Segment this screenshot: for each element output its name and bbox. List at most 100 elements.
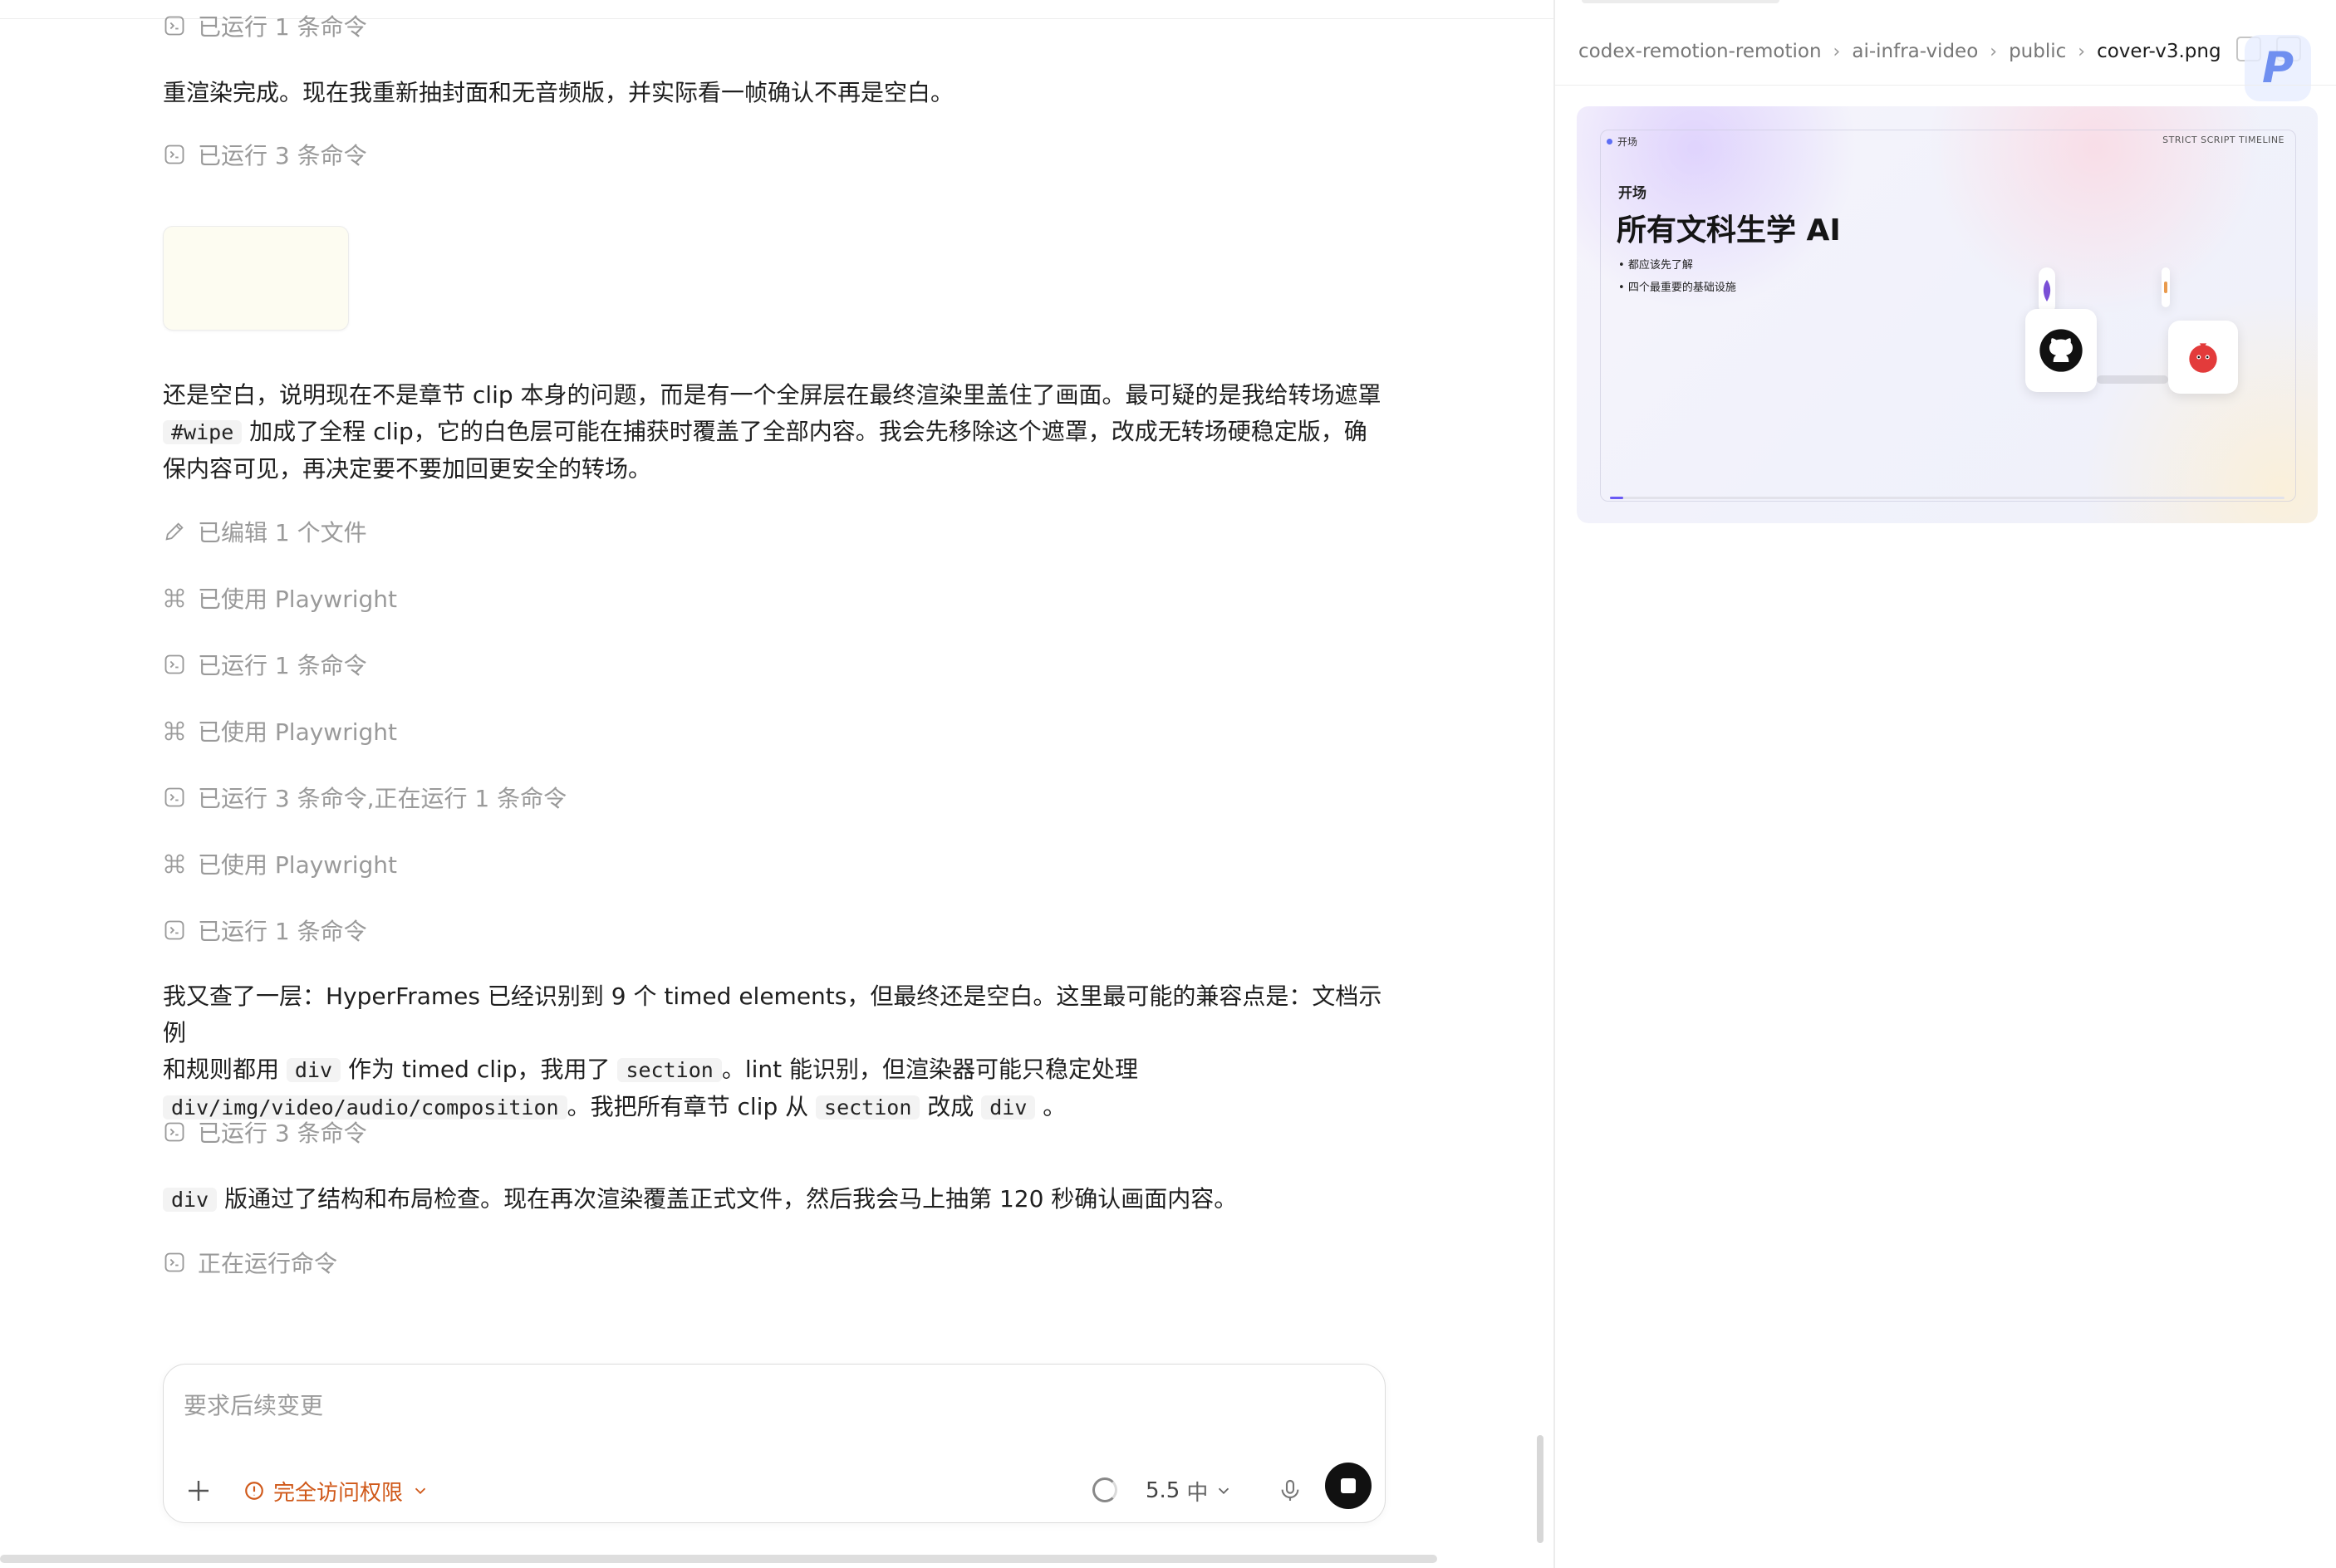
action-label: 已编辑 1 个文件 xyxy=(198,519,367,546)
action-running-commands[interactable]: 已运行 3 条命令,正在运行 1 条命令 xyxy=(163,778,567,816)
action-label: 已运行 1 条命令 xyxy=(198,918,367,945)
chevron-down-icon xyxy=(1219,1487,1229,1495)
message-line: 保内容可见，再决定要不要加回更安全的转场。 xyxy=(163,455,652,483)
cover-bullet: • 都应该先了解 xyxy=(1618,259,1693,272)
action-used-playwright[interactable]: 已使用 Playwright xyxy=(163,845,397,883)
action-ran-command[interactable]: 已运行 1 条命令 xyxy=(163,911,367,949)
horizontal-scrollbar[interactable] xyxy=(0,1555,1437,1563)
message-text: 。lint 能识别，但渲染器可能只稳定处理 xyxy=(721,1056,1138,1083)
action-edited-file[interactable]: 已编辑 1 个文件 xyxy=(163,512,367,551)
stop-button[interactable] xyxy=(1325,1463,1372,1509)
action-used-playwright[interactable]: 已使用 Playwright xyxy=(163,712,397,750)
cover-bullets: • 都应该先了解 • 四个最重要的基础设施 xyxy=(1618,254,1736,299)
chevron-right-icon: › xyxy=(1833,41,1841,62)
action-label: 已运行 3 条命令 xyxy=(198,1120,367,1147)
model-selector[interactable]: 5.5 中 xyxy=(1146,1472,1233,1509)
microphone-icon[interactable] xyxy=(1277,1477,1303,1504)
message-text: 。 xyxy=(1043,1093,1067,1120)
image-thumbnail[interactable] xyxy=(163,226,349,331)
inline-code: div xyxy=(981,1095,1036,1120)
inline-code: section xyxy=(617,1058,722,1082)
message-text: 作为 timed clip，我用了 xyxy=(347,1056,611,1083)
action-label: 已运行 1 条命令 xyxy=(198,652,367,679)
cover-tag: 开场 xyxy=(1607,135,1637,149)
app-badge: P xyxy=(2245,35,2311,101)
cover-bullet: • 四个最重要的基础设施 xyxy=(1618,282,1736,294)
cover-tag-text: 开场 xyxy=(1617,136,1638,148)
message-line: #wipe 加成了全程 clip，它的白色层可能在捕获时覆盖了全部内容。我会先移… xyxy=(163,414,1392,451)
stop-icon xyxy=(1341,1478,1356,1493)
terminal-icon xyxy=(163,1120,186,1144)
header-divider xyxy=(1555,85,2336,86)
assistant-message: div 版通过了结构和布局检查。现在再次渲染覆盖正式文件，然后我会马上抽第 12… xyxy=(163,1181,1392,1218)
inline-code: div xyxy=(163,1188,218,1212)
message-line: 还是空白，说明现在不是章节 clip 本身的问题，而是有一个全屏层在最终渲染里盖… xyxy=(163,381,1381,409)
small-card xyxy=(2162,267,2170,307)
loading-spinner-icon xyxy=(1092,1477,1117,1502)
cover-progress-bar xyxy=(1610,497,2284,499)
terminal-icon xyxy=(163,14,186,37)
action-label: 已运行 1 条命令 xyxy=(198,13,367,41)
breadcrumb-item[interactable]: codex-remotion-remotion xyxy=(1578,41,1822,62)
permission-label: 完全访问权限 xyxy=(273,1480,404,1506)
github-icon xyxy=(2039,329,2083,372)
message-text: 。我把所有章节 clip 从 xyxy=(567,1093,809,1120)
terminal-icon xyxy=(163,919,186,942)
chat-pane: 已运行 1 条命令 重渲染完成。现在我重新抽封面和无音频版，并实际看一帧确认不再… xyxy=(0,0,1553,1568)
small-card-mark xyxy=(2164,282,2167,293)
breadcrumb-current: cover-v3.png xyxy=(2097,41,2221,62)
add-attachment-button[interactable] xyxy=(182,1476,215,1509)
assistant-message: 重渲染完成。现在我重新抽封面和无音频版，并实际看一帧确认不再是空白。 xyxy=(163,79,955,106)
breadcrumb-item[interactable]: ai-infra-video xyxy=(1852,41,1978,62)
action-label: 正在运行命令 xyxy=(198,1250,338,1277)
action-ran-commands-top[interactable]: 已运行 1 条命令 xyxy=(163,7,367,45)
chevron-down-icon xyxy=(415,1487,426,1495)
cover-bullet-text: 四个最重要的基础设施 xyxy=(1627,282,1736,294)
vertical-scrollbar[interactable] xyxy=(1537,1435,1543,1543)
chevron-right-icon: › xyxy=(1990,41,1998,62)
cover-title: 所有文科生学 AI xyxy=(1617,213,1841,247)
action-label: 已使用 Playwright xyxy=(198,851,397,879)
plus-icon xyxy=(189,1481,209,1501)
pencil-icon xyxy=(163,520,186,543)
github-logo-card xyxy=(2025,309,2097,392)
action-used-playwright[interactable]: 已使用 Playwright xyxy=(163,579,397,617)
breadcrumb-item[interactable]: public xyxy=(2009,41,2066,62)
cover-progress-fill xyxy=(1610,497,1624,499)
cover-bullet-text: 都应该先了解 xyxy=(1627,259,1693,272)
feather-icon xyxy=(2043,280,2051,301)
inline-code: div xyxy=(286,1058,341,1082)
action-label: 已运行 3 条命令 xyxy=(198,142,367,169)
composer[interactable]: 要求后续变更 完全访问权限 5.5 中 xyxy=(163,1364,1386,1523)
message-line: 我又查了一层：HyperFrames 已经识别到 9 个 timed eleme… xyxy=(163,982,1382,1046)
action-running-command[interactable]: 正在运行命令 xyxy=(163,1243,337,1281)
card-shadow xyxy=(2097,375,2168,384)
chevron-right-icon: › xyxy=(2078,41,2086,62)
action-ran-commands[interactable]: 已运行 3 条命令 xyxy=(163,135,367,174)
command-icon xyxy=(163,719,186,742)
dot-icon xyxy=(1607,139,1612,145)
inline-code: #wipe xyxy=(163,420,243,444)
composer-input[interactable]: 要求后续变更 xyxy=(184,1388,323,1421)
file-preview-pane: codex-remotion-remotion › ai-infra-video… xyxy=(1553,0,2336,1568)
permission-dropdown[interactable]: 完全访问权限 xyxy=(243,1472,429,1509)
message-text: 加成了全程 clip，它的白色层可能在捕获时覆盖了全部内容。我会先移除这个遮罩，… xyxy=(249,418,1367,445)
tab-indicator xyxy=(1582,0,1779,3)
command-icon xyxy=(163,586,186,610)
action-ran-commands[interactable]: 已运行 3 条命令 xyxy=(163,1113,367,1151)
action-ran-command[interactable]: 已运行 1 条命令 xyxy=(163,645,367,684)
model-version: 5.5 xyxy=(1146,1478,1180,1503)
command-icon xyxy=(163,852,186,875)
cover-kicker: 开场 xyxy=(1618,185,1646,202)
action-label: 已使用 Playwright xyxy=(198,586,397,613)
terminal-icon xyxy=(163,143,186,166)
action-label: 已运行 3 条命令,正在运行 1 条命令 xyxy=(198,785,567,812)
message-line: 和规则都用 div 作为 timed clip，我用了 section 。lint… xyxy=(163,1051,1392,1089)
assistant-message: 还是空白，说明现在不是章节 clip 本身的问题，而是有一个全屏层在最终渲染里盖… xyxy=(163,377,1392,488)
cover-image: 开场 STRICT SCRIPT TIMELINE 开场 所有文科生学 AI •… xyxy=(1577,106,2318,523)
cover-timeline-label: STRICT SCRIPT TIMELINE xyxy=(2162,135,2284,145)
message-text: 版通过了结构和布局检查。现在再次渲染覆盖正式文件，然后我会马上抽第 120 秒确… xyxy=(224,1185,1238,1213)
feather-icon-card xyxy=(2039,267,2055,314)
cover-frame xyxy=(1600,130,2296,502)
terminal-icon xyxy=(163,653,186,676)
